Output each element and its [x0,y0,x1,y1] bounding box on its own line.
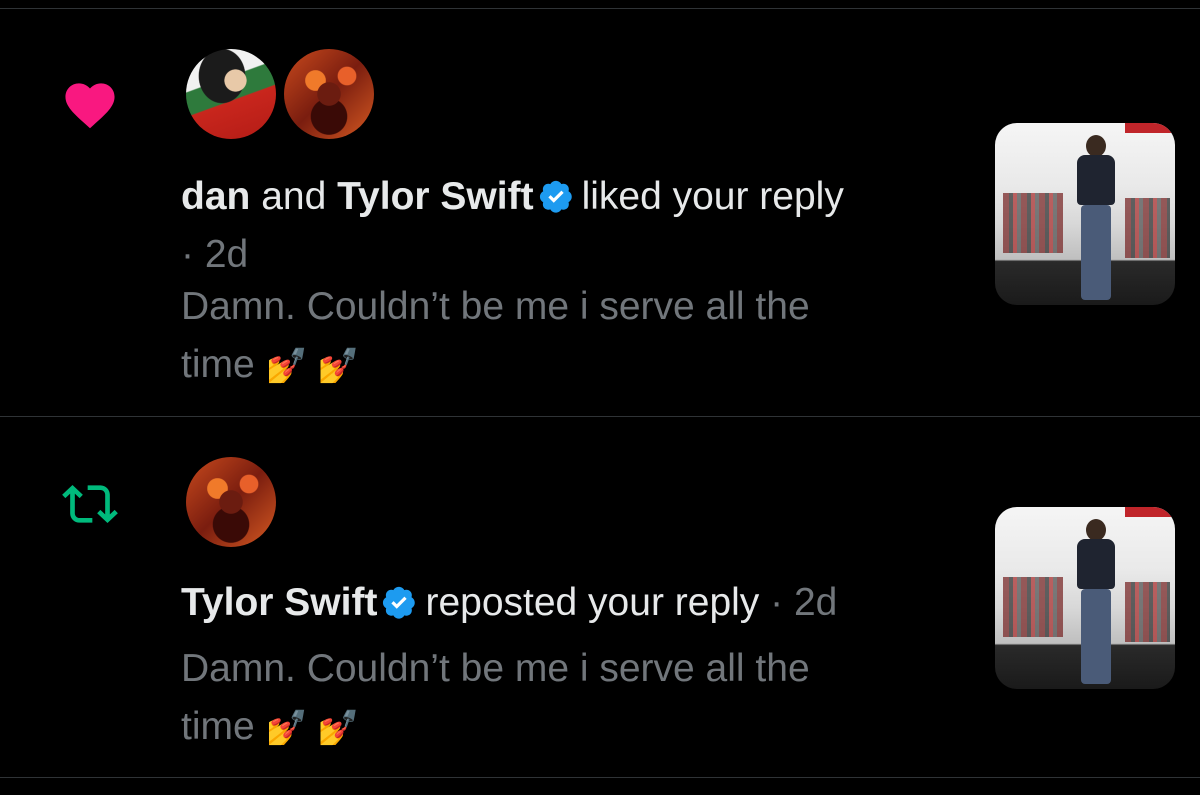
timestamp: · 2d [181,233,249,276]
avatar-group [186,457,284,547]
media-thumbnail[interactable] [995,507,1175,689]
reply-text-line-2: time [181,705,255,748]
reply-preview[interactable]: Damn. Couldn’t be me i serve all the tim… [181,278,961,394]
actor-name[interactable]: Tylor Swift [337,175,533,218]
nail-polish-emoji: 💅 💅 [265,709,360,747]
avatar-group [186,49,382,139]
reply-text-line-2: time [181,343,255,386]
notification-repost[interactable]: Tylor Swift reposted your reply · 2d Dam… [0,417,1200,777]
notification-headline: Tylor Swift reposted your reply · 2d [181,579,837,627]
verified-badge-icon [539,180,572,213]
avatar-tylor-swift[interactable] [284,49,374,139]
action-text: reposted your reply [425,581,760,624]
reply-text-line-1: Damn. Couldn’t be me i serve all the [181,647,810,690]
heart-icon [58,71,122,135]
notifications-page: dan and Tylor Swift liked your reply · 2… [0,0,1200,795]
media-thumbnail[interactable] [995,123,1175,305]
notification-headline: dan and Tylor Swift liked your reply [181,173,844,221]
timestamp: · 2d [770,581,838,624]
verified-badge-icon [383,586,416,619]
repost-icon [58,472,122,536]
conjunction: and [261,175,327,218]
avatar-tylor-swift[interactable] [186,457,276,547]
actor-name[interactable]: dan [181,175,250,218]
reply-preview[interactable]: Damn. Couldn’t be me i serve all the tim… [181,640,961,756]
nail-polish-emoji: 💅 💅 [265,347,360,385]
actor-name[interactable]: Tylor Swift [181,581,377,624]
avatar-dan[interactable] [186,49,276,139]
bottom-divider [0,777,1200,778]
action-text: liked your reply [581,175,844,218]
notification-like[interactable]: dan and Tylor Swift liked your reply · 2… [0,9,1200,416]
reply-text-line-1: Damn. Couldn’t be me i serve all the [181,285,810,328]
